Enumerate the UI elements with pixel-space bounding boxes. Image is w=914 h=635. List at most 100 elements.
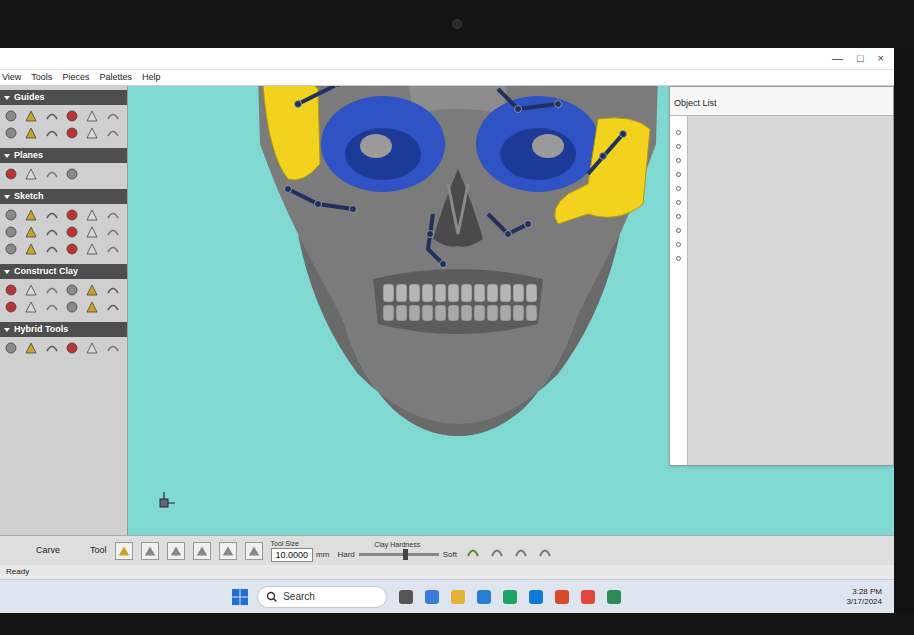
tool-icon	[24, 109, 38, 123]
ruler-mark	[676, 256, 681, 261]
tool-icon	[24, 208, 38, 222]
clock[interactable]: 3:28 PM3/17/2024	[846, 587, 886, 607]
tool-grid	[0, 163, 127, 185]
tool-icon	[85, 225, 99, 239]
tool-button-icon	[193, 542, 211, 560]
app-icon	[579, 588, 597, 606]
object-list-title: Object List	[674, 98, 717, 108]
ruler-mark	[676, 172, 681, 177]
tool-icon	[24, 167, 38, 181]
carve-label[interactable]: Carve	[36, 544, 60, 558]
tool-icon	[65, 242, 79, 256]
brush-icon	[513, 543, 529, 559]
brush-icon	[537, 543, 553, 559]
window-control-button[interactable]: □	[857, 53, 864, 64]
tool-size-unit: mm	[316, 549, 329, 561]
tool-icon	[106, 283, 120, 297]
axis-triad-icon	[152, 491, 176, 515]
palette-section-header[interactable]: Guides	[0, 90, 127, 105]
tool-icon	[65, 167, 79, 181]
brush-icon	[489, 543, 505, 559]
tool-icon	[45, 283, 59, 297]
palette-section-header[interactable]: Sketch	[0, 189, 127, 204]
tool-grid	[0, 204, 127, 260]
hardness-label: Clay Hardness	[374, 541, 420, 549]
tool-icon	[65, 225, 79, 239]
palette-section-title: Guides	[14, 92, 45, 103]
tool-icon	[65, 208, 79, 222]
palette-section: Construct Clay	[0, 264, 127, 318]
tool-icon	[65, 109, 79, 123]
tool-button-icon	[219, 542, 237, 560]
ruler-mark	[676, 214, 681, 219]
palette-section-header[interactable]: Construct Clay	[0, 264, 127, 279]
collapse-icon	[4, 270, 10, 274]
tool-icon	[4, 242, 18, 256]
tool-icon	[85, 126, 99, 140]
menu-item[interactable]: Help	[142, 73, 161, 82]
hardness-slider[interactable]	[359, 553, 439, 556]
object-list-panel[interactable]: Object List	[669, 86, 894, 466]
tool-icon	[106, 242, 120, 256]
tool-icon	[106, 109, 120, 123]
tool-icon	[24, 126, 38, 140]
tool-icon	[24, 225, 38, 239]
menu-item[interactable]: View	[2, 73, 21, 82]
palette-section-header[interactable]: Planes	[0, 148, 127, 163]
tool-grid	[0, 337, 127, 359]
windows-logo-icon	[231, 588, 249, 606]
app-icon	[449, 588, 467, 606]
tool-icon	[85, 283, 99, 297]
menu-item[interactable]: Tools	[31, 73, 52, 82]
search-box[interactable]: Search	[257, 586, 387, 608]
tool-icon	[85, 109, 99, 123]
collapse-icon	[4, 154, 10, 158]
tool-palette: Guides Planes Sketch Construct Clay Hybrid T…	[0, 86, 128, 535]
tool-label: Tool	[90, 544, 107, 558]
clock-date: 3/17/2024	[846, 597, 882, 607]
palette-section-header[interactable]: Hybrid Tools	[0, 322, 127, 337]
collapse-icon	[4, 195, 10, 199]
tool-icon	[45, 242, 59, 256]
app-icon	[553, 588, 571, 606]
menu-item[interactable]: Palettes	[99, 73, 132, 82]
skull-model	[258, 86, 658, 444]
palette-section-title: Construct Clay	[14, 266, 78, 277]
palette-section-title: Hybrid Tools	[14, 324, 68, 335]
tool-icon	[4, 109, 18, 123]
tool-grid	[0, 279, 127, 318]
ruler-mark	[676, 186, 681, 191]
palette-section: Sketch	[0, 189, 127, 260]
tool-icon	[45, 109, 59, 123]
3d-viewport[interactable]: Object List	[128, 86, 894, 535]
tool-icon	[106, 225, 120, 239]
window-control-button[interactable]: —	[832, 53, 843, 64]
tool-icon	[85, 341, 99, 355]
taskbar: Search 3:28 PM3/17/2024	[0, 579, 894, 613]
tool-icon	[24, 300, 38, 314]
tool-size-field[interactable]: 10.0000	[271, 548, 314, 562]
window-control-button[interactable]: ×	[878, 53, 884, 64]
tool-icon	[45, 167, 59, 181]
laptop-bezel-bottom	[0, 613, 914, 635]
camera-icon	[452, 19, 462, 29]
app-icon	[501, 588, 519, 606]
app-icon	[423, 588, 441, 606]
title-bar: — □ ×	[0, 48, 894, 70]
menu-bar: View Tools Pieces Palettes Help	[0, 70, 894, 86]
palette-section: Hybrid Tools	[0, 322, 127, 359]
menu-item[interactable]: Pieces	[62, 73, 89, 82]
status-bar: Ready	[0, 565, 894, 579]
tool-icon	[45, 300, 59, 314]
object-list-area	[688, 116, 893, 465]
tool-button-icon	[245, 542, 263, 560]
tool-icon	[24, 341, 38, 355]
tool-icon	[4, 341, 18, 355]
ruler-mark	[676, 200, 681, 205]
hardness-thumb[interactable]	[403, 549, 408, 560]
workspace: Guides Planes Sketch Construct Clay Hybrid T…	[0, 86, 894, 535]
app-icon	[605, 588, 623, 606]
app-icon	[475, 588, 493, 606]
tool-icon	[106, 126, 120, 140]
search-icon	[266, 591, 277, 602]
